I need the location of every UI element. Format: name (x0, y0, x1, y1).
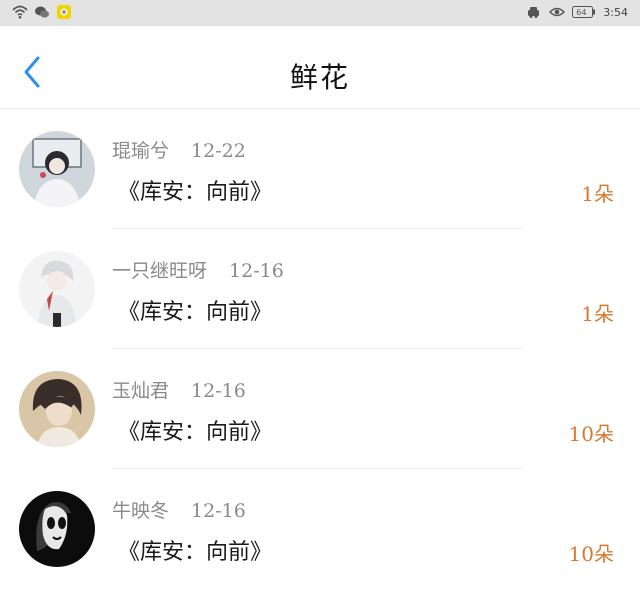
sender-name: 琨瑜兮 (112, 140, 170, 162)
avatar[interactable] (19, 251, 95, 327)
list-item[interactable]: 玉灿君 12-16 《库安：向前》 10朵 (0, 350, 640, 470)
flower-amount: 10朵 (568, 422, 614, 446)
flower-amount: 1朵 (581, 182, 614, 206)
app-icon (56, 4, 72, 20)
avatar[interactable] (19, 131, 95, 207)
item-meta: 玉灿君 12-16 (112, 376, 246, 403)
item-meta: 一只继旺呀 12-16 (112, 256, 284, 283)
wifi-icon (12, 4, 28, 20)
item-date: 12-22 (191, 140, 246, 162)
item-date: 12-16 (229, 260, 284, 282)
flower-amount: 1朵 (581, 302, 614, 326)
list-item[interactable]: 牛映冬 12-16 《库安：向前》 10朵 (0, 470, 640, 590)
item-meta: 牛映冬 12-16 (112, 496, 246, 523)
battery-level: 64 (576, 7, 587, 17)
list-item[interactable]: 琨瑜兮 12-22 《库安：向前》 1朵 (0, 110, 640, 230)
flower-list: 琨瑜兮 12-22 《库安：向前》 1朵 一只继旺呀 12-16 《库安：向前》 1… (0, 110, 640, 590)
eye-icon (549, 4, 566, 20)
battery-icon: 64 (572, 6, 596, 18)
avatar[interactable] (19, 371, 95, 447)
sender-name: 牛映冬 (112, 500, 170, 522)
divider (112, 348, 522, 349)
item-date: 12-16 (191, 500, 246, 522)
item-meta: 琨瑜兮 12-22 (112, 136, 246, 163)
status-right: 64 3:54 (526, 4, 628, 20)
list-item[interactable]: 一只继旺呀 12-16 《库安：向前》 1朵 (0, 230, 640, 350)
status-time: 3:54 (603, 5, 628, 19)
sender-name: 玉灿君 (112, 380, 170, 402)
flower-amount: 10朵 (568, 542, 614, 566)
book-title[interactable]: 《库安：向前》 (118, 294, 272, 326)
navigation-header: 鲜花 (0, 26, 640, 109)
status-bar: 64 3:54 (0, 0, 640, 26)
item-date: 12-16 (191, 380, 246, 402)
car-icon (526, 4, 542, 20)
book-title[interactable]: 《库安：向前》 (118, 414, 272, 446)
status-left (12, 4, 72, 20)
sender-name: 一只继旺呀 (112, 260, 208, 282)
book-title[interactable]: 《库安：向前》 (118, 174, 272, 206)
book-title[interactable]: 《库安：向前》 (118, 534, 272, 566)
page-title: 鲜花 (289, 61, 350, 94)
avatar[interactable] (19, 491, 95, 567)
wechat-icon (34, 4, 50, 20)
divider (112, 468, 522, 469)
divider (112, 228, 522, 229)
